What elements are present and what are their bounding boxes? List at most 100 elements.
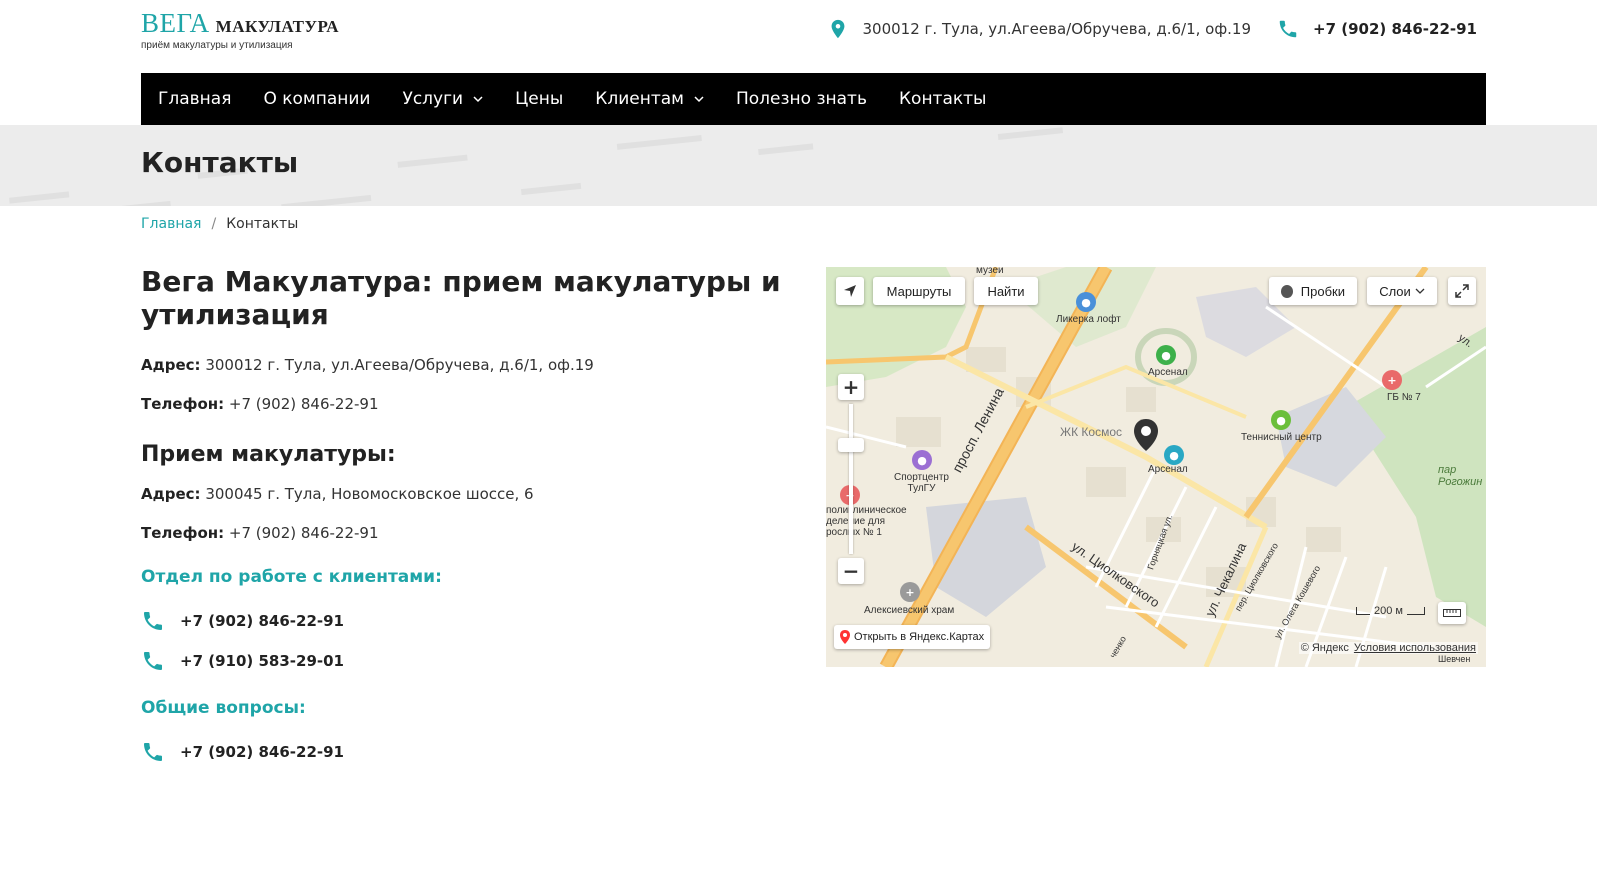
routes-button[interactable]: Маршруты: [873, 277, 965, 305]
map-label: ГБ № 7: [1387, 392, 1421, 403]
traffic-label: Пробки: [1300, 283, 1345, 299]
company-title: Вега Макулатура: прием макулатуры и утил…: [141, 265, 781, 331]
clients-phone-row[interactable]: +7 (902) 846-22-91: [141, 609, 781, 633]
phone-number: +7 (902) 846-22-91: [180, 612, 344, 630]
general-phone-row[interactable]: +7 (902) 846-22-91: [141, 740, 781, 764]
traffic-button[interactable]: Пробки: [1269, 277, 1357, 305]
logo-main-text: ВЕГА: [141, 8, 210, 38]
chevron-down-icon: [473, 96, 483, 103]
address-value: 300012 г. Тула, ул.Агеева/Обручева, д.6/…: [205, 356, 594, 374]
map-label: Ликерка лофт: [1056, 314, 1121, 325]
header-address: 300012 г. Тула, ул.Агеева/Обручева, д.6/…: [862, 20, 1252, 38]
tennis-poi-icon[interactable]: ●: [1271, 410, 1291, 430]
zoom-in-button[interactable]: +: [838, 374, 864, 400]
phone-number: +7 (902) 846-22-91: [180, 743, 344, 761]
phone-icon: [141, 649, 165, 673]
phone-value[interactable]: +7 (902) 846-22-91: [229, 395, 379, 413]
reception-phone: Телефон: +7 (902) 846-22-91: [141, 524, 781, 542]
map-attribution: © Яндекс Условия использования: [1298, 642, 1478, 654]
street-label: Шевчен: [1438, 654, 1471, 664]
page-banner: Контакты: [0, 125, 1597, 206]
general-questions-title: Общие вопросы:: [141, 698, 306, 718]
open-yandex-maps-link[interactable]: Открыть в Яндекс.Картах: [834, 625, 991, 649]
breadcrumb-separator: /: [211, 216, 217, 232]
logo-subtitle: приём макулатуры и утилизация: [141, 40, 293, 51]
stadium-poi-icon[interactable]: ●: [1156, 345, 1176, 365]
office-address: Адрес: 300012 г. Тула, ул.Агеева/Обручев…: [141, 356, 781, 374]
location-pin-icon: [827, 18, 849, 40]
reception-title: Прием макулатуры:: [141, 442, 396, 467]
trophy-poi-icon[interactable]: ●: [912, 450, 932, 470]
shop-poi-icon[interactable]: ●: [1076, 292, 1096, 312]
contacts-content: Вега Макулатура: прием макулатуры и утил…: [141, 265, 781, 764]
terms-link[interactable]: Условия использования: [1354, 642, 1476, 654]
page-title: Контакты: [141, 146, 299, 179]
yandex-map[interactable]: ● ● + ● ● ● + + музеи Ликерка лофт Арсен…: [826, 267, 1486, 667]
chevron-down-icon: [1415, 288, 1425, 294]
address-value: 300045 г. Тула, Новомосковское шоссе, 6: [205, 485, 534, 503]
layers-button[interactable]: Слои: [1367, 277, 1437, 305]
zoom-control: + −: [838, 374, 864, 584]
nav-item-home[interactable]: Главная: [158, 89, 231, 109]
scale-bar: [1406, 607, 1425, 615]
find-button[interactable]: Найти: [974, 277, 1038, 305]
reception-address: Адрес: 300045 г. Тула, Новомосковское шо…: [141, 485, 781, 503]
nav-label: О компании: [263, 89, 371, 109]
address-label: Адрес:: [141, 356, 201, 374]
map-label: Спортцентр ТулГУ: [894, 472, 949, 494]
breadcrumb: Главная / Контакты: [141, 216, 298, 232]
logo[interactable]: ВЕГА МАКУЛАТУРА приём макулатуры и утили…: [141, 8, 339, 51]
nav-item-services[interactable]: Услуги: [402, 89, 483, 109]
hospital-poi-icon[interactable]: +: [1382, 370, 1402, 390]
header-phone-link[interactable]: +7 (902) 846-22-91: [1313, 20, 1477, 38]
map-pin-icon: [840, 630, 850, 644]
arrow-navigation-icon: [844, 285, 856, 297]
phone-icon: [1277, 18, 1299, 40]
traffic-icon: [1281, 284, 1293, 298]
nav-item-clients[interactable]: Клиентам: [595, 89, 704, 109]
expand-icon: [1455, 284, 1469, 298]
phone-label: Телефон:: [141, 524, 225, 542]
nav-label: Главная: [158, 89, 232, 109]
chevron-down-icon: [694, 96, 704, 103]
clients-dept-title: Отдел по работе с клиентами:: [141, 567, 442, 587]
fullscreen-button[interactable]: [1448, 277, 1476, 305]
map-label: Алексиевский храм: [864, 605, 955, 616]
copyright-text: © Яндекс: [1300, 642, 1349, 654]
map-scale: 200 м: [1356, 605, 1425, 617]
scale-bar: [1356, 607, 1370, 615]
sport-poi-icon[interactable]: ●: [1164, 445, 1184, 465]
nav-label: Услуги: [402, 89, 464, 109]
open-yandex-label: Открыть в Яндекс.Картах: [854, 631, 985, 643]
church-poi-icon[interactable]: +: [900, 582, 920, 602]
breadcrumb-current: Контакты: [226, 216, 299, 232]
nav-label: Клиентам: [595, 89, 684, 109]
scale-label: 200 м: [1374, 605, 1403, 617]
nav-label: Контакты: [898, 89, 987, 109]
nav-label: Полезно знать: [736, 89, 867, 109]
ruler-icon: [1443, 609, 1461, 617]
nav-item-about[interactable]: О компании: [263, 89, 370, 109]
logo-secondary-text: МАКУЛАТУРА: [215, 17, 339, 36]
zoom-slider[interactable]: [838, 404, 864, 554]
phone-value[interactable]: +7 (902) 846-22-91: [229, 524, 379, 542]
map-label: ЖК Космос: [1060, 425, 1122, 439]
nav-item-prices[interactable]: Цены: [515, 89, 563, 109]
clients-phone-row[interactable]: +7 (910) 583-29-01: [141, 649, 781, 673]
address-label: Адрес:: [141, 485, 201, 503]
nav-item-contacts[interactable]: Контакты: [899, 89, 987, 109]
breadcrumb-home-link[interactable]: Главная: [141, 216, 201, 232]
zoom-slider-handle[interactable]: [838, 438, 864, 452]
phone-icon: [141, 609, 165, 633]
map-label: Арсенал: [1148, 464, 1188, 475]
geolocation-button[interactable]: [836, 277, 864, 305]
phone-number: +7 (910) 583-29-01: [180, 652, 344, 670]
map-label: пар Рогожин: [1438, 464, 1483, 488]
header-contacts: 300012 г. Тула, ул.Агеева/Обручева, д.6/…: [827, 18, 1477, 40]
main-nav: Главная О компании Услуги Цены Клиентам …: [141, 73, 1486, 125]
zoom-out-button[interactable]: −: [838, 558, 864, 584]
ruler-button[interactable]: [1438, 602, 1466, 624]
nav-item-useful[interactable]: Полезно знать: [736, 89, 867, 109]
map-label: Арсенал: [1148, 367, 1188, 378]
map-label: музеи: [976, 267, 1004, 276]
